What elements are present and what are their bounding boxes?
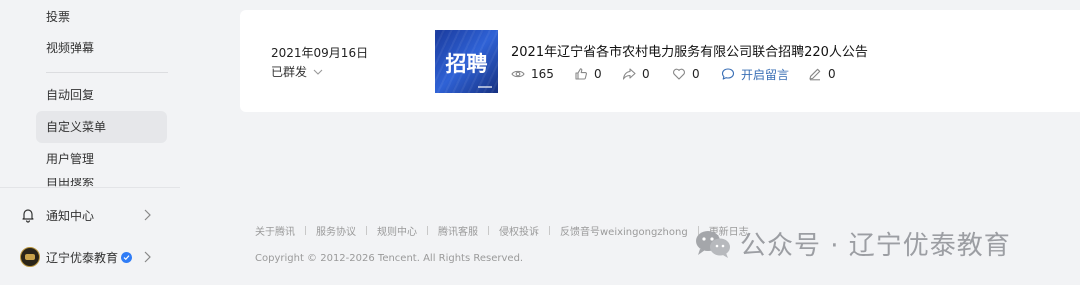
wechat-icon bbox=[694, 229, 740, 259]
watermark: 公众号 · 辽宁优泰教育 bbox=[694, 225, 1011, 262]
notification-center[interactable]: 通知中心 bbox=[20, 201, 160, 229]
copyright: Copyright © 2012-2026 Tencent. All Right… bbox=[255, 253, 524, 264]
chevron-right-icon bbox=[140, 250, 154, 267]
sidebar-item-label: 自定义菜单 bbox=[46, 120, 107, 134]
avatar bbox=[20, 247, 40, 267]
edit-count-value: 0 bbox=[828, 67, 836, 81]
sidebar-item-label: 投票 bbox=[46, 10, 71, 24]
read-count-value: 165 bbox=[531, 67, 554, 81]
footer-link-about[interactable]: 关于腾讯 bbox=[255, 223, 295, 238]
sidebar-item-user-management[interactable]: 用户管理 bbox=[36, 143, 167, 175]
thumbs-up-icon bbox=[574, 67, 594, 81]
footer-link-support[interactable]: 腾讯客服 bbox=[438, 223, 478, 238]
chevron-right-icon bbox=[140, 208, 154, 225]
sidebar-item-custom-menu[interactable]: 自定义菜单 bbox=[36, 111, 167, 143]
verified-badge-icon bbox=[121, 251, 133, 263]
article-title[interactable]: 2021年辽宁省各市农村电力服务有限公司联合招聘220人公告 bbox=[511, 41, 868, 60]
footer-link-rules[interactable]: 规则中心 bbox=[377, 223, 417, 238]
pencil-icon bbox=[808, 67, 828, 81]
footer-link-feedback[interactable]: 反馈音号weixingongzhong bbox=[560, 223, 688, 238]
article-stats: 165 0 0 0 开启留言 0 bbox=[511, 66, 836, 82]
sidebar-separator bbox=[0, 187, 180, 188]
sidebar-item-vote[interactable]: 投票 bbox=[36, 1, 167, 33]
edit-count[interactable]: 0 bbox=[808, 66, 836, 82]
share-count-value: 0 bbox=[642, 67, 650, 81]
footer-links: 关于腾讯 服务协议 规则中心 腾讯客服 侵权投诉 反馈音号weixingongz… bbox=[255, 223, 749, 238]
footer-link-complaints[interactable]: 侵权投诉 bbox=[499, 223, 539, 238]
article-card: 2021年09月16日 已群发 招聘 2021年辽宁省各市农村电力服务有限公司联… bbox=[240, 10, 1080, 112]
account-menu[interactable]: 辽宁优泰教育 bbox=[20, 243, 160, 271]
sidebar-item-auto-reply[interactable]: 自动回复 bbox=[36, 79, 167, 111]
chevron-down-icon bbox=[307, 66, 324, 78]
share-icon bbox=[622, 67, 642, 81]
account-name: 辽宁优泰教育 bbox=[46, 250, 119, 265]
sidebar-divider bbox=[46, 72, 168, 73]
open-comments-button[interactable]: 开启留言 bbox=[721, 66, 808, 82]
sidebar-item-label: 用户管理 bbox=[46, 152, 95, 166]
thumbnail-text: 招聘 bbox=[445, 52, 488, 76]
eye-icon bbox=[511, 67, 531, 81]
like-count: 0 bbox=[574, 66, 622, 82]
comment-icon bbox=[721, 67, 741, 81]
bell-icon bbox=[20, 207, 36, 223]
publish-status-dropdown[interactable]: 已群发 bbox=[271, 63, 324, 80]
publish-date: 2021年09月16日 bbox=[271, 46, 369, 60]
footer-link-terms[interactable]: 服务协议 bbox=[316, 223, 356, 238]
heart-icon bbox=[672, 67, 692, 81]
favorite-count: 0 bbox=[672, 66, 721, 82]
notification-center-label: 通知中心 bbox=[46, 208, 95, 223]
watermark-text: 公众号 · 辽宁优泰教育 bbox=[740, 231, 1011, 261]
sidebar-item-label: 自动回复 bbox=[46, 88, 95, 102]
favorite-count-value: 0 bbox=[692, 67, 700, 81]
sidebar: 投票 视频弹幕 自动回复 自定义菜单 用户管理 目由搜索 通知中心 辽宁优泰教育 bbox=[0, 0, 180, 285]
like-count-value: 0 bbox=[594, 67, 602, 81]
share-count: 0 bbox=[622, 66, 672, 82]
sidebar-item-label: 视频弹幕 bbox=[46, 41, 95, 55]
read-count: 165 bbox=[511, 66, 574, 82]
publish-status-label: 已群发 bbox=[271, 65, 308, 79]
sidebar-item-video-danmaku[interactable]: 视频弹幕 bbox=[36, 32, 167, 64]
article-thumbnail[interactable]: 招聘 bbox=[435, 30, 498, 93]
open-comments-label: 开启留言 bbox=[741, 67, 790, 82]
